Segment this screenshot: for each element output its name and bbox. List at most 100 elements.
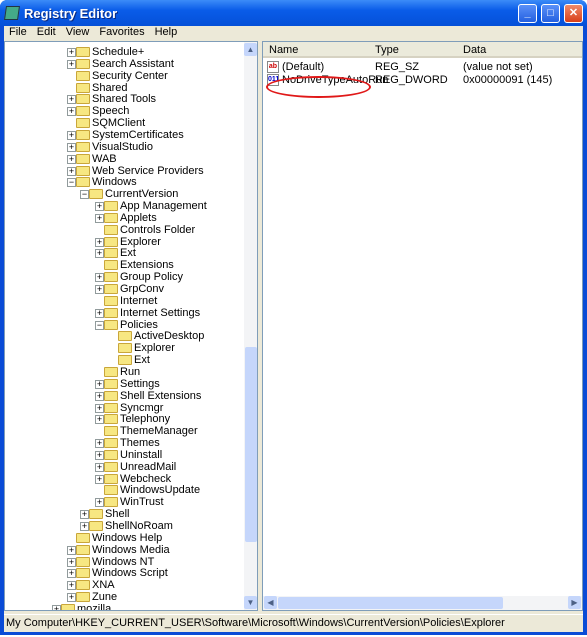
- tree-item[interactable]: Ext: [5, 354, 243, 366]
- menu-favorites[interactable]: Favorites: [94, 26, 149, 40]
- expand-icon[interactable]: +: [52, 604, 61, 610]
- expand-icon[interactable]: +: [67, 130, 76, 140]
- collapse-icon[interactable]: −: [95, 320, 104, 330]
- tree-item[interactable]: + Windows Media: [5, 544, 243, 556]
- scroll-left-button[interactable]: ◀: [264, 596, 277, 609]
- title-bar[interactable]: Registry Editor _ □ ✕: [0, 0, 587, 26]
- tree-item[interactable]: + ShellNoRoam: [5, 520, 243, 532]
- expand-icon[interactable]: +: [95, 285, 104, 294]
- tree-item[interactable]: + Internet Settings: [5, 307, 243, 319]
- tree-item[interactable]: + WAB: [5, 153, 243, 165]
- tree-item[interactable]: + Speech: [5, 105, 243, 117]
- expand-icon[interactable]: +: [95, 439, 104, 449]
- expand-icon[interactable]: +: [67, 569, 76, 579]
- expand-icon[interactable]: +: [95, 249, 104, 259]
- scroll-down-button[interactable]: ▼: [244, 596, 257, 609]
- expand-icon[interactable]: +: [95, 379, 104, 389]
- column-type[interactable]: Type: [375, 44, 399, 56]
- expand-icon[interactable]: +: [95, 202, 104, 212]
- expand-icon[interactable]: +: [67, 166, 76, 176]
- tree-item[interactable]: + VisualStudio: [5, 141, 243, 153]
- tree-item[interactable]: ThemeManager: [5, 425, 243, 437]
- expand-icon[interactable]: +: [67, 593, 76, 603]
- tree-item[interactable]: + Explorer: [5, 236, 243, 248]
- menu-file[interactable]: File: [4, 26, 32, 40]
- close-button[interactable]: ✕: [564, 4, 583, 23]
- tree-item[interactable]: + Schedule+: [5, 46, 243, 58]
- expand-icon[interactable]: +: [67, 154, 76, 164]
- tree-item[interactable]: Run: [5, 366, 243, 378]
- expand-icon[interactable]: +: [95, 415, 104, 425]
- expand-icon[interactable]: +: [67, 142, 76, 152]
- tree-item[interactable]: + Syncmgr: [5, 402, 243, 414]
- expand-icon[interactable]: +: [95, 213, 104, 223]
- tree-item[interactable]: Windows Help: [5, 532, 243, 544]
- tree-item[interactable]: + Windows NT: [5, 556, 243, 568]
- tree-item[interactable]: + Telephony: [5, 413, 243, 425]
- value-row[interactable]: ab (Default) REG_SZ (value not set): [265, 60, 580, 74]
- maximize-button[interactable]: □: [541, 4, 560, 23]
- tree-item[interactable]: Extensions: [5, 259, 243, 271]
- expand-icon[interactable]: +: [95, 450, 104, 460]
- tree-item[interactable]: + Windows Script: [5, 567, 243, 579]
- tree-item[interactable]: + Search Assistant: [5, 58, 243, 70]
- expand-icon[interactable]: +: [67, 557, 76, 567]
- collapse-icon[interactable]: −: [80, 190, 89, 200]
- expand-icon[interactable]: +: [95, 308, 104, 318]
- menu-help[interactable]: Help: [150, 26, 183, 40]
- tree-item[interactable]: SQMClient: [5, 117, 243, 129]
- tree-item[interactable]: + XNA: [5, 579, 243, 591]
- expand-icon[interactable]: +: [67, 107, 76, 117]
- scroll-up-button[interactable]: ▲: [244, 43, 257, 56]
- tree-item[interactable]: + Ext: [5, 247, 243, 259]
- tree-item[interactable]: + Shared Tools: [5, 93, 243, 105]
- minimize-button[interactable]: _: [518, 4, 537, 23]
- tree-item[interactable]: + Shell Extensions: [5, 390, 243, 402]
- tree-item[interactable]: + Themes: [5, 437, 243, 449]
- tree-item[interactable]: + Shell: [5, 508, 243, 520]
- tree-item[interactable]: − Windows: [5, 176, 243, 188]
- tree-item[interactable]: + SystemCertificates: [5, 129, 243, 141]
- tree-vertical-scrollbar[interactable]: ▲ ▼: [244, 42, 257, 610]
- tree-item[interactable]: Explorer: [5, 342, 243, 354]
- tree-item[interactable]: Shared: [5, 82, 243, 94]
- column-data[interactable]: Data: [463, 44, 486, 56]
- expand-icon[interactable]: +: [67, 48, 76, 57]
- tree-item[interactable]: + WinTrust: [5, 496, 243, 508]
- tree-item[interactable]: ActiveDesktop: [5, 330, 243, 342]
- tree-item[interactable]: + Webcheck: [5, 473, 243, 485]
- expand-icon[interactable]: +: [95, 273, 104, 283]
- tree-item[interactable]: − CurrentVersion: [5, 188, 243, 200]
- column-name[interactable]: Name: [269, 44, 298, 56]
- expand-icon[interactable]: +: [95, 237, 104, 247]
- expand-icon[interactable]: +: [80, 522, 89, 531]
- tree-item[interactable]: + GrpConv: [5, 283, 243, 295]
- tree-item[interactable]: + Group Policy: [5, 271, 243, 283]
- tree-item[interactable]: + mozilla: [5, 603, 243, 610]
- expand-icon[interactable]: +: [95, 498, 104, 508]
- list-horizontal-scrollbar[interactable]: ◀ ▶: [263, 596, 582, 610]
- tree-item[interactable]: Security Center: [5, 70, 243, 82]
- collapse-icon[interactable]: −: [67, 178, 76, 188]
- expand-icon[interactable]: +: [67, 59, 76, 69]
- expand-icon[interactable]: +: [67, 95, 76, 105]
- tree-item[interactable]: + App Management: [5, 200, 243, 212]
- expand-icon[interactable]: +: [80, 510, 89, 520]
- tree-item[interactable]: Internet: [5, 295, 243, 307]
- expand-icon[interactable]: +: [95, 403, 104, 413]
- scroll-thumb[interactable]: [245, 347, 257, 542]
- expand-icon[interactable]: +: [95, 462, 104, 472]
- expand-icon[interactable]: +: [95, 474, 104, 484]
- scroll-thumb[interactable]: [278, 597, 503, 609]
- expand-icon[interactable]: +: [67, 545, 76, 555]
- menu-edit[interactable]: Edit: [32, 26, 61, 40]
- scroll-right-button[interactable]: ▶: [568, 596, 581, 609]
- tree-item[interactable]: WindowsUpdate: [5, 484, 243, 496]
- expand-icon[interactable]: +: [95, 391, 104, 401]
- tree-item[interactable]: + Web Service Providers: [5, 165, 243, 177]
- tree-item[interactable]: − Policies: [5, 319, 243, 331]
- tree-item[interactable]: + UnreadMail: [5, 461, 243, 473]
- tree-item[interactable]: + Zune: [5, 591, 243, 603]
- tree-item[interactable]: Controls Folder: [5, 224, 243, 236]
- menu-view[interactable]: View: [61, 26, 95, 40]
